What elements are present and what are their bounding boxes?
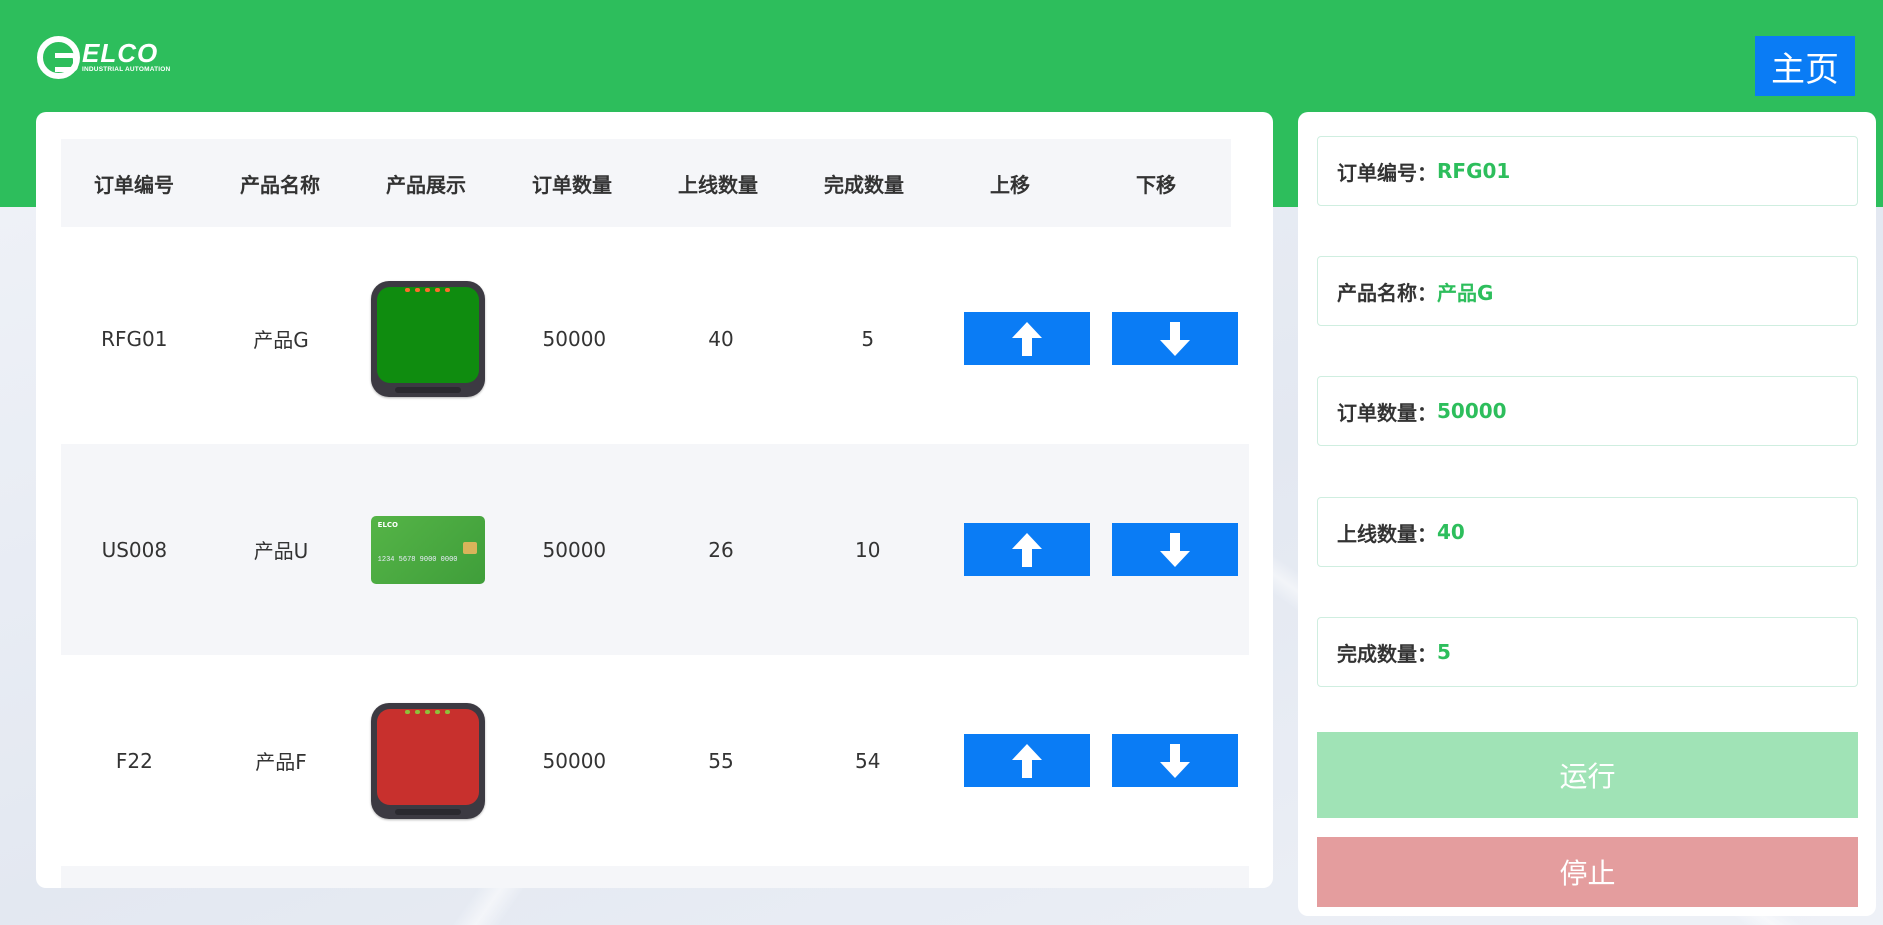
detail-done-qty: 完成数量： 5 [1317, 617, 1858, 687]
done-qty-cell: 10 [854, 537, 881, 562]
order-no-cell: RFG01 [101, 326, 168, 351]
table-row[interactable]: RFG01 产品G 50000 40 5 [61, 233, 1249, 444]
online-qty-cell: 55 [708, 748, 734, 773]
table-row[interactable]: US008 产品U ELCO 1234 5678 9000 0000 50000… [61, 444, 1249, 655]
done-qty-value: 5 [1437, 640, 1451, 664]
done-qty-label: 完成数量： [1337, 641, 1437, 666]
arrow-down-icon [1160, 321, 1191, 356]
product-name-cell: 产品U [253, 539, 309, 563]
col-move-up: 上移 [990, 172, 1030, 197]
product-image-cell: ELCO 1234 5678 9000 0000 [354, 515, 501, 584]
product-image-cell [354, 280, 501, 397]
logo-word: ELCO [82, 38, 159, 68]
table-row [61, 866, 1249, 888]
move-up-button[interactable] [964, 523, 1091, 576]
logo-subtitle: INDUSTRIAL AUTOMATION [82, 66, 171, 73]
detail-online-qty: 上线数量： 40 [1317, 497, 1858, 567]
arrow-up-icon [1012, 321, 1043, 356]
order-qty-cell: 50000 [542, 748, 607, 773]
detail-order-qty: 订单数量： 50000 [1317, 376, 1858, 446]
col-move-down: 下移 [1136, 172, 1176, 197]
arrow-down-icon [1160, 743, 1191, 778]
col-online-qty: 上线数量 [678, 172, 758, 197]
order-no-label: 订单编号： [1337, 160, 1437, 185]
order-detail-panel: 订单编号： RFG01 产品名称： 产品G 订单数量： 50000 上线数量： … [1298, 112, 1876, 916]
order-no-cell: F22 [115, 748, 153, 773]
arrow-down-icon [1160, 532, 1191, 567]
product-name-cell: 产品F [255, 750, 307, 774]
elco-logo: ELCO INDUSTRIAL AUTOMATION [37, 34, 172, 80]
order-qty-value: 50000 [1437, 399, 1507, 423]
green-card-image: ELCO 1234 5678 9000 0000 [370, 515, 485, 584]
done-qty-cell: 54 [854, 748, 881, 773]
col-product-image: 产品展示 [386, 172, 466, 197]
col-order-no: 订单编号 [94, 172, 174, 197]
move-up-button[interactable] [964, 734, 1091, 787]
order-no-value: RFG01 [1437, 159, 1511, 183]
order-table-panel: 订单编号 产品名称 产品展示 订单数量 上线数量 完成数量 上移 下移 RFG0… [36, 112, 1273, 888]
logo-mark-icon [37, 35, 80, 79]
arrow-up-icon [1012, 532, 1043, 567]
run-button[interactable]: 运行 [1317, 732, 1858, 818]
table-row[interactable]: F22 产品F 50000 55 54 [61, 655, 1249, 866]
move-down-button[interactable] [1112, 734, 1239, 787]
done-qty-cell: 5 [861, 326, 875, 351]
online-qty-cell: 26 [708, 537, 734, 562]
online-qty-label: 上线数量： [1337, 521, 1437, 546]
col-product-name: 产品名称 [240, 172, 320, 197]
detail-product-name: 产品名称： 产品G [1317, 256, 1858, 326]
online-qty-value: 40 [1437, 520, 1465, 544]
product-name-cell: 产品G [253, 328, 309, 352]
col-order-qty: 订单数量 [532, 172, 612, 197]
product-image-cell [354, 702, 501, 819]
home-button[interactable]: 主页 [1755, 36, 1855, 96]
table-header: 订单编号 产品名称 产品展示 订单数量 上线数量 完成数量 上移 下移 [61, 139, 1231, 227]
order-qty-label: 订单数量： [1337, 400, 1437, 425]
col-done-qty: 完成数量 [824, 172, 904, 197]
order-qty-cell: 50000 [542, 537, 607, 562]
move-down-button[interactable] [1112, 523, 1239, 576]
order-no-cell: US008 [101, 537, 168, 562]
product-name-value: 产品G [1437, 280, 1494, 305]
online-qty-cell: 40 [708, 326, 734, 351]
arrow-up-icon [1012, 743, 1043, 778]
green-reader-device-image [370, 280, 485, 397]
move-up-button[interactable] [964, 312, 1091, 365]
red-reader-device-image [370, 702, 485, 819]
product-name-label: 产品名称： [1337, 280, 1437, 305]
move-down-button[interactable] [1112, 312, 1239, 365]
order-qty-cell: 50000 [542, 326, 607, 351]
stop-button[interactable]: 停止 [1317, 837, 1858, 907]
detail-order-no: 订单编号： RFG01 [1317, 136, 1858, 206]
